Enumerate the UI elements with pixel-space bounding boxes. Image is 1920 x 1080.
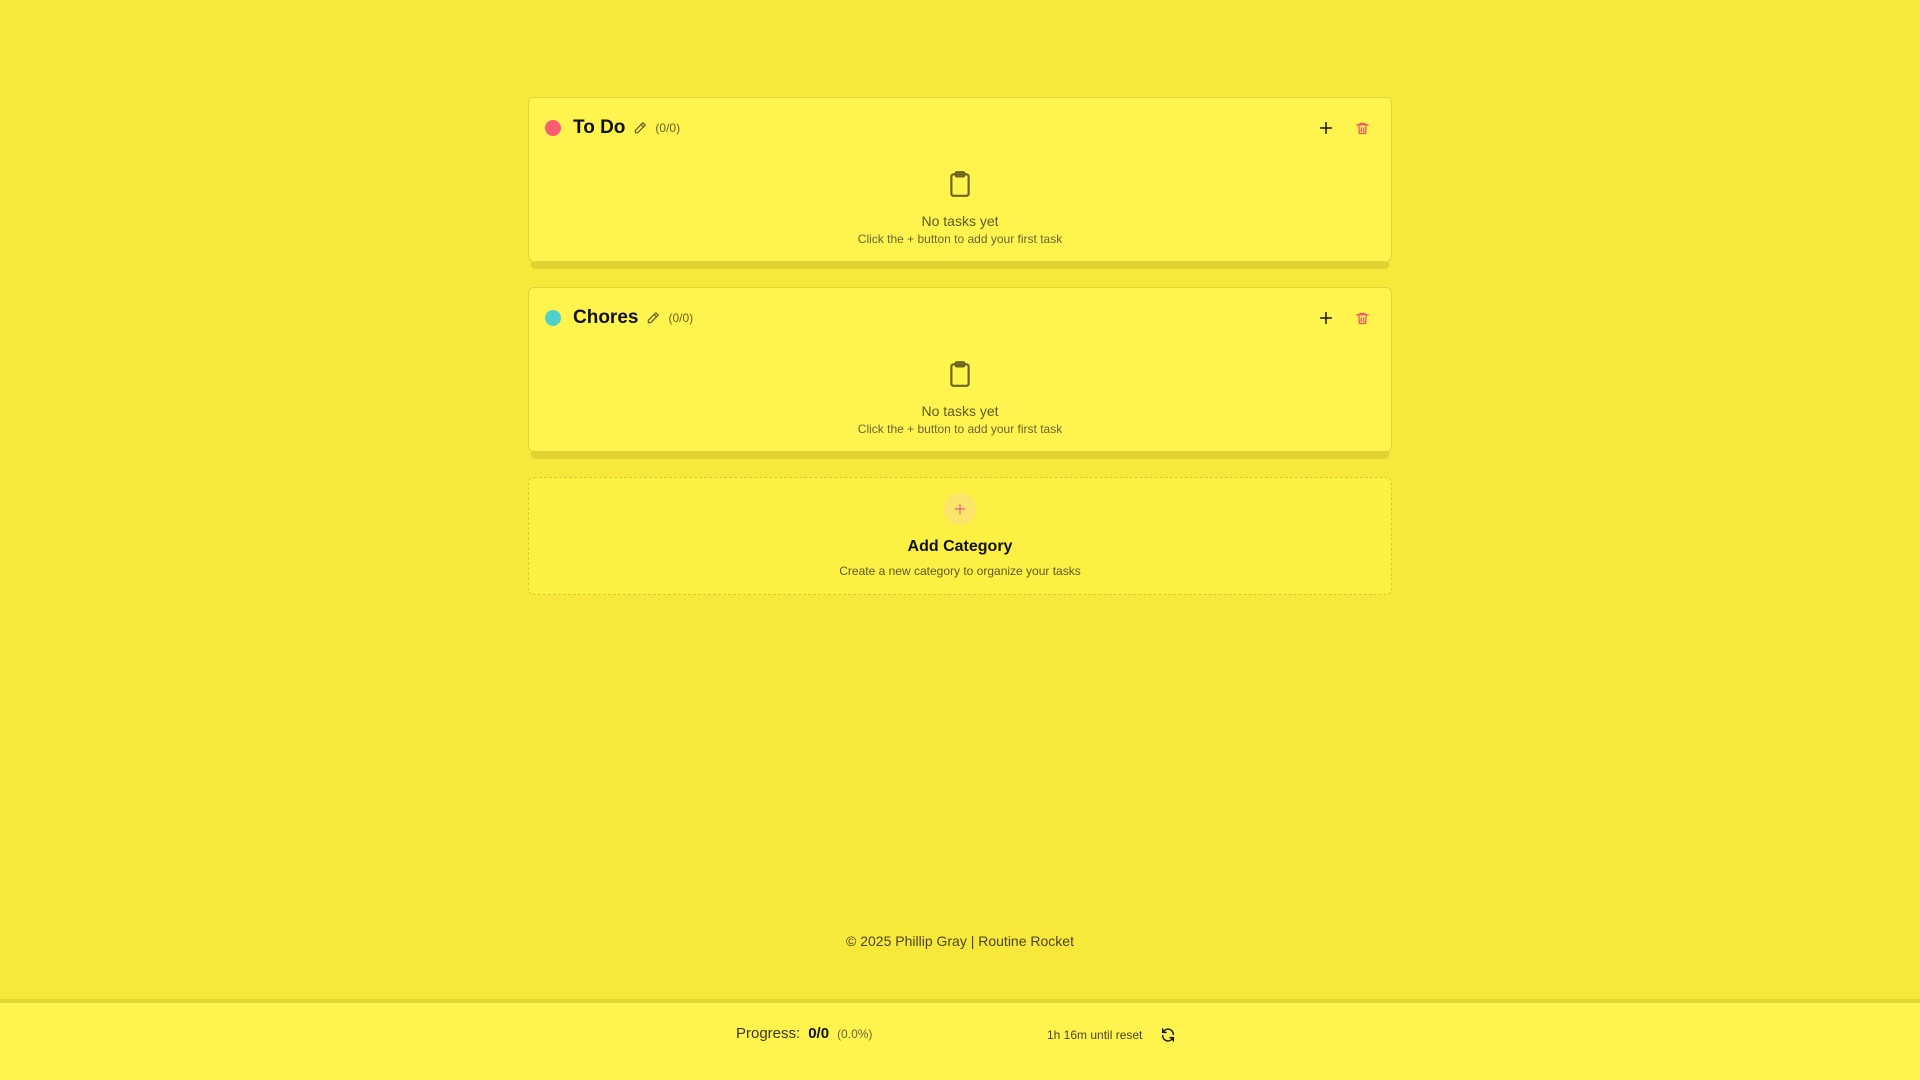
trash-icon: [1355, 312, 1369, 324]
add-category-button[interactable]: Add Category Create a new category to or…: [528, 477, 1392, 595]
category-card-todo: To Do (0/0) No tasks yet Click the + but…: [528, 97, 1392, 269]
clipboard-icon: [947, 360, 973, 388]
category-color-dot: [545, 310, 561, 326]
add-task-button[interactable]: [1313, 305, 1339, 331]
plus-icon: [1319, 121, 1333, 135]
add-category-subtitle: Create a new category to organize your t…: [839, 564, 1081, 578]
pencil-icon[interactable]: [633, 121, 647, 135]
empty-subtitle: Click the + button to add your first tas…: [857, 232, 1063, 246]
progress-label: Progress:: [736, 1025, 801, 1042]
copyright-text: © 2025 Phillip Gray | Routine Rocket: [846, 933, 1074, 949]
empty-state: No tasks yet Click the + button to add y…: [529, 360, 1391, 436]
empty-state: No tasks yet Click the + button to add y…: [529, 170, 1391, 246]
progress-percent: (0.0%): [837, 1027, 873, 1041]
add-task-button[interactable]: [1313, 115, 1339, 141]
category-title[interactable]: To Do: [573, 117, 625, 139]
category-title[interactable]: Chores: [573, 307, 638, 329]
category-header: To Do (0/0): [545, 116, 1375, 140]
delete-category-button[interactable]: [1349, 115, 1375, 141]
category-card-chores: Chores (0/0) No tasks yet Click the + bu…: [528, 287, 1392, 459]
empty-subtitle: Click the + button to add your first tas…: [857, 422, 1063, 436]
trash-icon: [1355, 122, 1369, 134]
refresh-button[interactable]: [1156, 1023, 1180, 1047]
status-bar: Progress: 0/0 (0.0%) 1h 16m until reset: [0, 999, 1920, 1080]
category-header: Chores (0/0): [545, 306, 1375, 330]
plus-icon: [944, 493, 976, 525]
add-category-title: Add Category: [907, 538, 1013, 555]
progress-summary: Progress: 0/0 (0.0%): [736, 1025, 872, 1042]
empty-title: No tasks yet: [921, 403, 999, 419]
reset-countdown: 1h 16m until reset: [1047, 1028, 1143, 1042]
category-count: (0/0): [655, 121, 681, 135]
progress-value: 0/0: [808, 1025, 830, 1042]
refresh-icon: [1162, 1028, 1175, 1042]
empty-title: No tasks yet: [921, 213, 999, 229]
clipboard-icon: [947, 170, 973, 198]
delete-category-button[interactable]: [1349, 305, 1375, 331]
category-list: To Do (0/0) No tasks yet Click the + but…: [528, 97, 1392, 595]
plus-icon: [1319, 311, 1333, 325]
category-count: (0/0): [668, 311, 694, 325]
category-color-dot: [545, 120, 561, 136]
pencil-icon[interactable]: [646, 311, 660, 325]
reset-timer: 1h 16m until reset: [1047, 1023, 1180, 1047]
